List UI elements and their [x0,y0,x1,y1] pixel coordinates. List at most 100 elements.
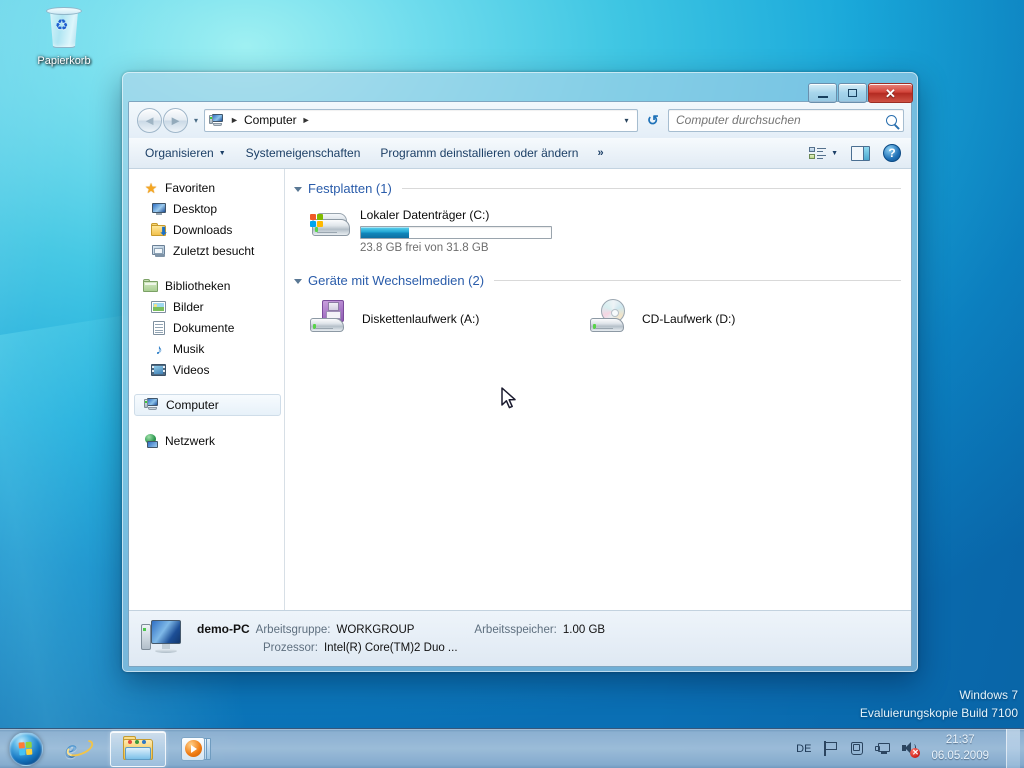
sidebar-item-videos[interactable]: Videos [129,359,284,380]
search-input[interactable] [676,113,886,127]
show-desktop-button[interactable] [1006,729,1020,768]
sidebar-item-dokumente[interactable]: Dokumente [129,317,284,338]
forward-button[interactable]: ► [163,107,188,133]
collapse-triangle-icon-2[interactable] [294,278,302,284]
window-content: ★ Favoriten Desktop ⬇ Downloads Zuletzt … [129,169,911,610]
chevron-down-icon-view: ▼ [831,149,838,157]
sidebar-item-musik[interactable]: ♪ Musik [129,338,284,359]
help-icon: ? [883,144,901,162]
drive-item-c[interactable]: Lokaler Datenträger (C:) 23.8 GB frei vo… [294,200,901,254]
start-orb-icon [9,731,43,766]
section-title-hard-disks: Festplatten (1) [308,180,392,196]
desktop[interactable]: ♻ Papierkorb Windows 7 Evaluierungskopie… [0,0,1024,768]
taskbar-item-windows-media-player[interactable] [168,731,224,767]
file-list-pane[interactable]: Festplatten (1) Lokaler Datenträger (C:)… [285,169,911,610]
details-memory-label: Arbeitsspeicher: [474,623,557,636]
windows-watermark: Windows 7 Evaluierungskopie Build 7100 [860,687,1018,722]
address-bar[interactable]: ► Computer ► ▾ [204,108,638,132]
address-row: ◄ ► ▾ ► Computer ► ▾ ↻ [129,102,911,138]
view-options-icon [809,146,827,161]
preview-pane-icon [851,145,870,161]
close-button[interactable]: ✕ [868,83,913,103]
details-memory-value: 1.00 GB [562,623,606,636]
section-rule [401,187,901,189]
action-center-icon[interactable] [849,740,866,757]
section-header-removable[interactable]: Geräte mit Wechselmedien (2) [294,270,901,290]
flag-icon[interactable] [823,740,840,757]
recycle-bin-label: Papierkorb [37,55,91,67]
network-icon-sidebar [143,433,159,449]
toolbar-overflow-button[interactable]: » [588,143,612,163]
recent-pages-button[interactable]: ▾ [194,116,198,125]
clock-date: 06.05.2009 [931,749,989,762]
capacity-bar-c [360,226,552,239]
sidebar-item-bilder[interactable]: Bilder [129,296,284,317]
help-button[interactable]: ? [879,141,905,165]
preview-pane-button[interactable] [845,143,876,164]
collapse-triangle-icon[interactable] [294,186,302,192]
windows-explorer-icon [122,735,154,763]
search-box[interactable] [668,108,904,132]
window-titlebar[interactable]: ✕ [128,74,913,103]
capacity-fill-c [361,227,409,238]
details-cpu-value: Intel(R) Core(TM)2 Duo ... [323,641,458,654]
star-icon: ★ [144,179,158,196]
sidebar-item-computer[interactable]: Computer [134,394,281,416]
details-cpu-label: Prozessor: [263,641,318,654]
device-item-floppy[interactable]: Diskettenlaufwerk (A:) [308,300,588,338]
drive-free-space-c: 23.8 GB frei von 31.8 GB [360,242,489,254]
taskbar-item-windows-explorer[interactable] [110,730,166,767]
clock[interactable]: 21:37 06.05.2009 [927,733,997,764]
explorer-window[interactable]: ✕ ◄ ► ▾ ► Computer ► ▾ ↻ Computer durchs… [122,72,918,672]
sidebar-group-favoriten[interactable]: ★ Favoriten [129,177,284,198]
navigation-pane[interactable]: ★ Favoriten Desktop ⬇ Downloads Zuletzt … [129,169,285,610]
search-icon [886,114,897,126]
sidebar-item-label-musik: Musik [173,341,205,356]
details-workgroup-label: Arbeitsgruppe: [255,623,331,636]
taskbar[interactable]: e DE ✕ 21:37 06.05.2009 [0,728,1024,768]
forward-arrow-icon: ► [169,112,182,128]
pictures-icon [151,299,167,315]
drive-name-c: Lokaler Datenträger (C:) [360,208,490,222]
sidebar-group-bibliotheken[interactable]: Bibliotheken [129,275,284,296]
uninstall-program-button[interactable]: Programm deinstallieren oder ändern [370,142,588,164]
system-tray: DE ✕ 21:37 06.05.2009 [793,729,1024,768]
removable-devices-grid: Diskettenlaufwerk (A:) CD-Laufwerk (D:) [294,292,901,338]
music-icon: ♪ [155,340,163,357]
sidebar-item-label-dokumente: Dokumente [173,320,235,335]
window-controls: ✕ [808,83,913,103]
device-item-cd[interactable]: CD-Laufwerk (D:) [588,299,868,338]
organize-label: Organisieren [145,146,214,160]
network-icon[interactable] [875,740,892,757]
videos-icon [151,362,167,378]
refresh-button[interactable]: ↻ [642,109,664,132]
speaker-muted-icon[interactable]: ✕ [901,740,921,758]
organize-button[interactable]: Organisieren ▼ [135,142,236,164]
breadcrumb-separator-icon-2[interactable]: ► [302,115,311,125]
minimize-button[interactable] [808,83,837,103]
sidebar-item-downloads[interactable]: ⬇ Downloads [129,219,284,240]
taskbar-item-internet-explorer[interactable]: e [52,731,108,767]
back-button[interactable]: ◄ [137,107,162,133]
details-pc-name: demo-PC [197,621,250,636]
section-header-hard-disks[interactable]: Festplatten (1) [294,178,901,198]
maximize-button[interactable] [838,83,867,103]
breadcrumb-computer[interactable]: Computer [244,113,297,127]
sidebar-item-label-bilder: Bilder [173,299,204,314]
system-properties-button[interactable]: Systemeigenschaften [236,142,371,164]
details-text: demo-PC Arbeitsgruppe: WORKGROUP Arbeits… [197,620,605,658]
command-toolbar: Organisieren ▼ Systemeigenschaften Progr… [129,138,911,169]
recent-places-icon [151,243,167,259]
sidebar-item-netzwerk[interactable]: Netzwerk [129,430,284,451]
watermark-line-2: Evaluierungskopie Build 7100 [859,705,1018,720]
libraries-icon [143,278,159,294]
start-button[interactable] [0,730,52,768]
desktop-icon-recycle-bin[interactable]: ♻ Papierkorb [22,4,106,68]
toolbar-right-group: ▼ ? [805,141,905,165]
change-view-button[interactable]: ▼ [805,143,842,164]
sidebar-item-recent-places[interactable]: Zuletzt besucht [129,240,284,261]
language-indicator[interactable]: DE [793,743,814,755]
sidebar-item-desktop[interactable]: Desktop [129,198,284,219]
close-icon: ✕ [885,85,896,101]
address-dropdown-button[interactable]: ▾ [618,110,635,131]
